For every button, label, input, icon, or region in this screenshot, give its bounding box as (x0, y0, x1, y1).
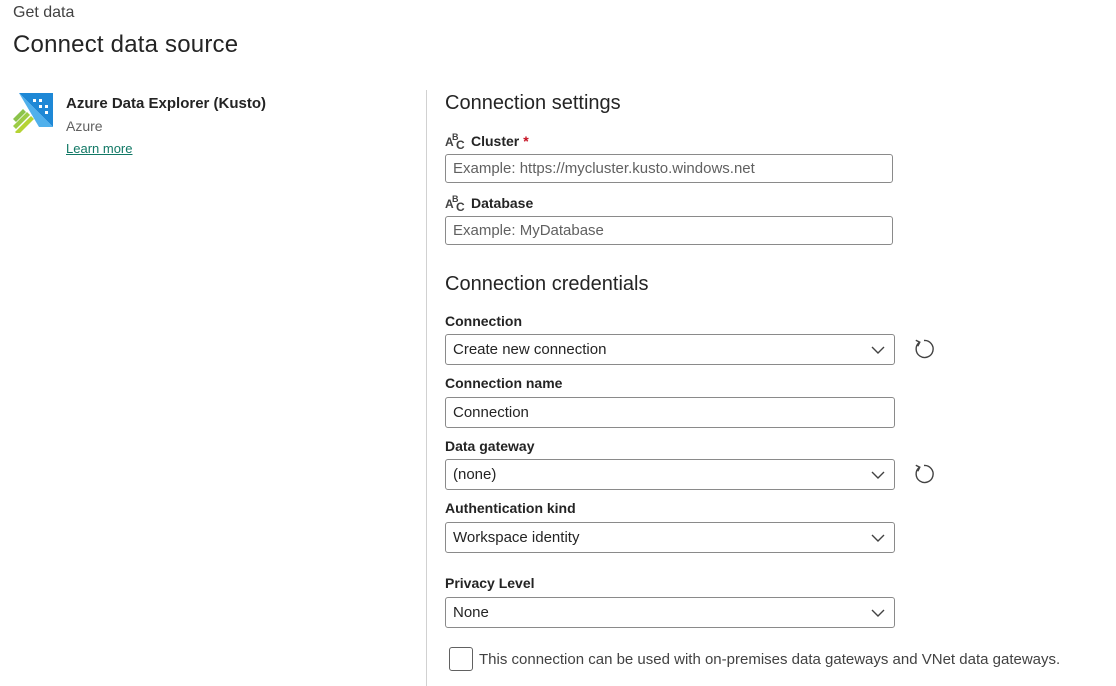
svg-text:C: C (456, 200, 465, 213)
privacy-level-select[interactable]: None (445, 597, 895, 628)
connection-settings-title: Connection settings (445, 92, 621, 114)
authentication-kind-label: Authentication kind (445, 500, 576, 516)
panel-divider (426, 90, 427, 686)
text-type-icon: A B C (445, 132, 465, 151)
page-title: Connect data source (13, 31, 239, 58)
chevron-down-icon (871, 346, 885, 354)
connector-name: Azure Data Explorer (Kusto) (66, 95, 267, 112)
chevron-down-icon (871, 534, 885, 542)
data-gateway-select[interactable]: (none) (445, 459, 895, 490)
data-gateway-select-value: (none) (453, 466, 497, 483)
authentication-kind-select[interactable]: Workspace identity (445, 522, 895, 553)
required-marker: * (523, 133, 529, 149)
connection-credentials-title: Connection credentials (445, 273, 649, 295)
refresh-connection-button[interactable] (911, 336, 937, 362)
connection-name-label: Connection name (445, 375, 563, 391)
cluster-label-text: Cluster (471, 133, 520, 149)
cluster-input[interactable] (445, 154, 893, 183)
learn-more-link[interactable]: Learn more (66, 141, 132, 156)
gateway-usage-checkbox-label: This connection can be used with on-prem… (479, 651, 1061, 668)
breadcrumb: Get data (13, 4, 75, 21)
chevron-down-icon (871, 609, 885, 617)
text-type-icon: A B C (445, 194, 465, 213)
refresh-gateway-button[interactable] (911, 461, 937, 487)
database-input[interactable] (445, 216, 893, 245)
refresh-icon (915, 339, 934, 359)
svg-text:C: C (456, 138, 465, 151)
chevron-down-icon (871, 471, 885, 479)
connection-select-value: Create new connection (453, 341, 607, 358)
connection-select[interactable]: Create new connection (445, 334, 895, 365)
connector-logo-icon (13, 93, 53, 135)
connection-label: Connection (445, 313, 522, 329)
database-label: A B C Database (445, 193, 533, 213)
privacy-level-label: Privacy Level (445, 575, 535, 591)
connector-vendor: Azure (66, 118, 103, 134)
database-label-text: Database (471, 195, 534, 211)
cluster-label: A B C Cluster * (445, 131, 529, 151)
gateway-usage-checkbox[interactable] (449, 647, 473, 671)
privacy-level-select-value: None (453, 604, 489, 621)
authentication-kind-select-value: Workspace identity (453, 529, 580, 546)
connection-name-input[interactable] (445, 397, 895, 428)
refresh-icon (915, 464, 934, 484)
data-gateway-label: Data gateway (445, 438, 535, 454)
